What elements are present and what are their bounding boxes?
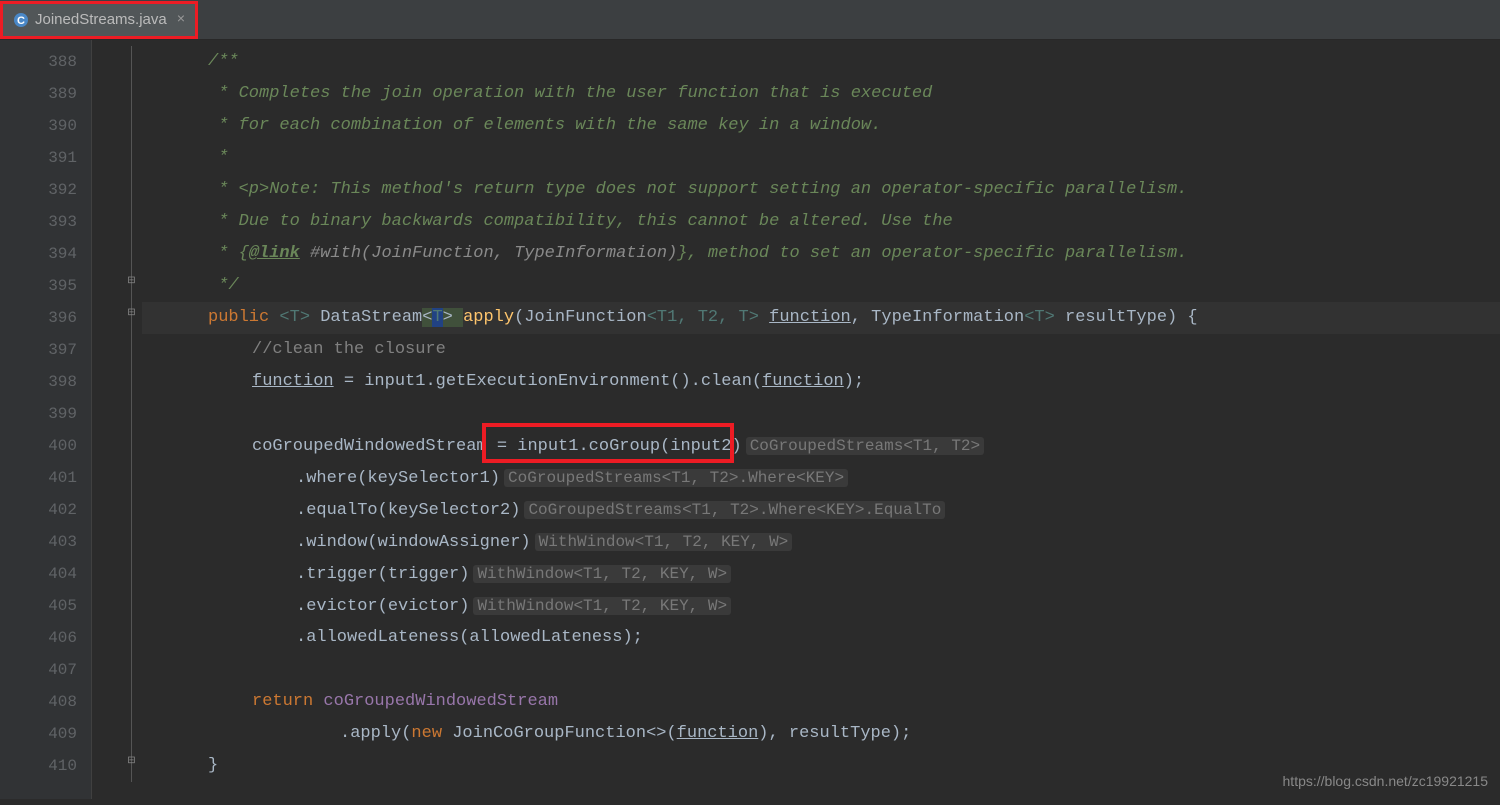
tab-bar: C JoinedStreams.java × [0, 0, 1500, 40]
javadoc-line: * for each combination of elements with … [208, 116, 881, 135]
javadoc-tag: @link [249, 244, 300, 263]
line-number: 393 [0, 206, 77, 238]
generic-bracket: > [443, 308, 463, 327]
line-comment: //clean the closure [252, 340, 446, 359]
inlay-hint: WithWindow<T1, T2, KEY, W> [473, 565, 731, 583]
keyword-new: new [411, 724, 452, 743]
line-number: 396 [0, 302, 77, 334]
generic: <T> [1024, 308, 1055, 327]
line-number: 397 [0, 334, 77, 366]
keyword: public [208, 308, 279, 327]
line-number: 404 [0, 558, 77, 590]
inlay-hint: CoGroupedStreams<T1, T2> [746, 437, 984, 455]
variable: function [252, 372, 334, 391]
line-number: 407 [0, 654, 77, 686]
method-call: .where(keySelector1) [296, 469, 500, 488]
java-class-icon: C [13, 12, 29, 28]
line-number: 405 [0, 590, 77, 622]
type: DataStream [320, 308, 422, 327]
keyword: return [252, 692, 323, 711]
line-number: 394 [0, 238, 77, 270]
line-number: 409 [0, 718, 77, 750]
javadoc-line: */ [208, 276, 239, 295]
generic-bracket: < [422, 308, 432, 327]
code-content[interactable]: /** * Completes the join operation with … [92, 40, 1500, 799]
param-type: (JoinFunction [514, 308, 647, 327]
line-number: 389 [0, 78, 77, 110]
method-call: = input1.getExecutionEnvironment().clean… [334, 372, 762, 391]
javadoc-line: }, method to set an operator-specific pa… [677, 244, 1187, 263]
generic: <T1, T2, T> [647, 308, 769, 327]
javadoc-line: * { [208, 244, 249, 263]
variable: function [677, 724, 759, 743]
file-tab[interactable]: C JoinedStreams.java × [3, 4, 195, 36]
method-call: .window(windowAssigner) [296, 533, 531, 552]
tab-highlight-annotation: C JoinedStreams.java × [0, 1, 198, 39]
line-number-gutter: 388 389 390 391 392 393 394 395 396 397 … [0, 40, 92, 799]
method-call: .evictor(evictor) [296, 597, 469, 616]
method-call: .apply( [340, 724, 411, 743]
line-number: 398 [0, 366, 77, 398]
close-tab-icon[interactable]: × [177, 12, 185, 28]
inlay-hint: WithWindow<T1, T2, KEY, W> [535, 533, 793, 551]
method-call: .trigger(trigger) [296, 565, 469, 584]
method-call: .equalTo(keySelector2) [296, 501, 520, 520]
punct: ), resultType); [758, 724, 911, 743]
javadoc-line: * Completes the join operation with the … [208, 84, 932, 103]
javadoc-line: * [208, 148, 228, 167]
line-number: 390 [0, 110, 77, 142]
line-number: 406 [0, 622, 77, 654]
field: coGroupedWindowedStream [323, 692, 558, 711]
line-number: 388 [0, 46, 77, 78]
inlay-hint: WithWindow<T1, T2, KEY, W> [473, 597, 731, 615]
current-line[interactable]: public <T> DataStream<T> apply(JoinFunct… [142, 302, 1500, 334]
javadoc-line: /** [208, 52, 239, 71]
param-type: , TypeInformation [851, 308, 1024, 327]
variable: function [762, 372, 844, 391]
line-number: 403 [0, 526, 77, 558]
line-number: 391 [0, 142, 77, 174]
punct: ); [844, 372, 864, 391]
javadoc-ref: #with(JoinFunction, TypeInformation) [300, 244, 677, 263]
method-call-cogroup: input1.coGroup(input2) [517, 437, 741, 456]
code-editor[interactable]: 388 389 390 391 392 393 394 395 396 397 … [0, 40, 1500, 799]
line-number: 410 [0, 750, 77, 782]
line-number: 402 [0, 494, 77, 526]
brace: } [208, 756, 218, 775]
line-number: 401 [0, 462, 77, 494]
method-name: apply [463, 308, 514, 327]
tab-filename: JoinedStreams.java [35, 11, 167, 28]
line-number: 408 [0, 686, 77, 718]
inlay-hint: CoGroupedStreams<T1, T2>.Where<KEY> [504, 469, 848, 487]
line-number: 399 [0, 398, 77, 430]
generic: <T> [279, 308, 320, 327]
param: resultType) { [1055, 308, 1198, 327]
watermark-text: https://blog.csdn.net/zc19921215 [1283, 773, 1488, 789]
svg-text:C: C [17, 15, 25, 27]
constructor: JoinCoGroupFunction<>( [452, 724, 676, 743]
method-call: .allowedLateness(allowedLateness); [296, 628, 643, 647]
inlay-hint: CoGroupedStreams<T1, T2>.Where<KEY>.Equa… [524, 501, 945, 519]
line-number: 395 [0, 270, 77, 302]
javadoc-line: * Due to binary backwards compatibility,… [208, 212, 953, 231]
assignment: coGroupedWindowedStream = [252, 437, 517, 456]
generic-param: T [432, 308, 442, 327]
param-name: function [769, 308, 851, 327]
line-number: 392 [0, 174, 77, 206]
javadoc-line: * <p>Note: This method's return type doe… [208, 180, 1187, 199]
line-number: 400 [0, 430, 77, 462]
